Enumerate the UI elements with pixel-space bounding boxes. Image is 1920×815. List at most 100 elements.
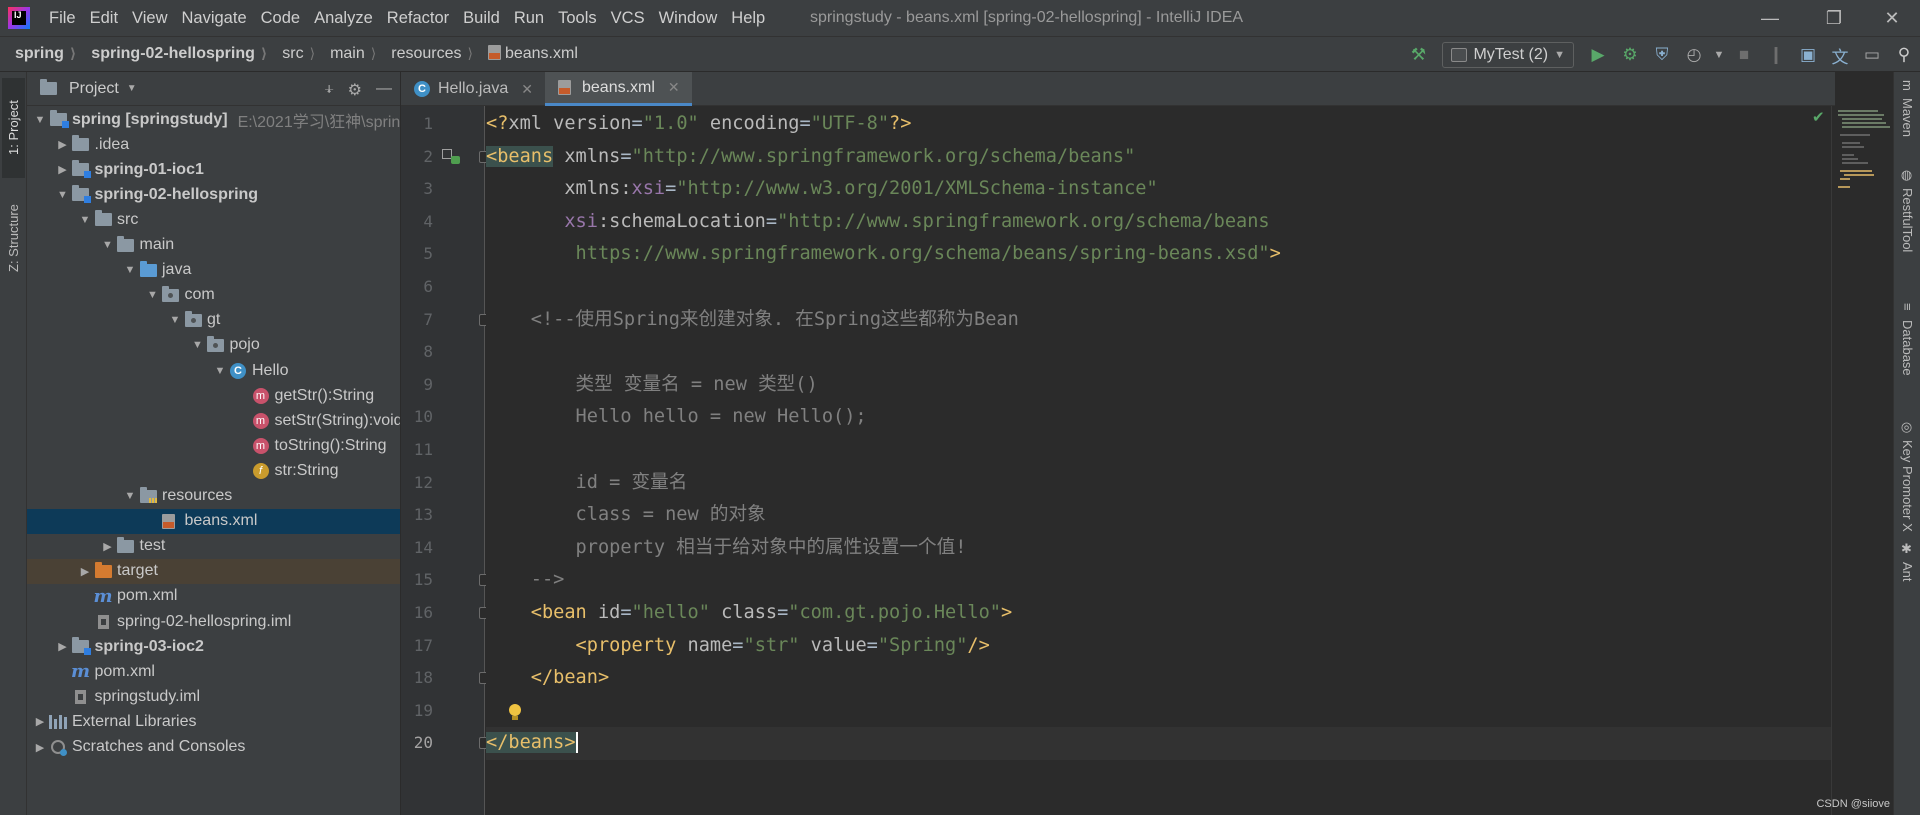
expand-arrow-icon[interactable]: ▼ [99, 239, 117, 251]
tree-item[interactable]: m toString():String [27, 433, 400, 458]
menu-analyze[interactable]: Analyze [307, 0, 380, 36]
breadcrumb-item[interactable]: beans.xml [473, 45, 578, 63]
translate-icon[interactable]: 文 [1824, 37, 1856, 73]
project-structure-icon[interactable]: ▣ [1792, 37, 1824, 73]
tree-item[interactable]: ▶ spring-03-ioc2 [27, 634, 400, 659]
tree-item[interactable]: ▼ spring [springstudy] E:\2021学习\狂神\spring [27, 107, 400, 132]
collapse-arrow-icon[interactable]: ▶ [54, 163, 72, 176]
tool-tab-database[interactable]: ≡ Database [1896, 300, 1919, 375]
minimize-button[interactable]: — [1744, 0, 1796, 36]
menu-file[interactable]: File [42, 0, 83, 36]
tree-item[interactable]: m setStr(String):void [27, 408, 400, 433]
run-configuration-select[interactable]: MyTest (2) ▼ [1442, 42, 1574, 68]
editor-tab[interactable]: C Hello.java ✕ [401, 72, 545, 106]
collapse-arrow-icon[interactable]: ▶ [99, 540, 117, 553]
tree-item-label: toString():String [274, 436, 387, 454]
tree-item[interactable]: springstudy.iml [27, 684, 400, 709]
menu-tools[interactable]: Tools [551, 0, 604, 36]
tree-item[interactable]: ▼ C Hello [27, 358, 400, 383]
collapse-arrow-icon[interactable]: ▶ [76, 565, 94, 578]
tree-item[interactable]: ▼ java [27, 258, 400, 283]
expand-arrow-icon[interactable]: ▼ [31, 114, 49, 126]
tree-item[interactable]: ▶ .idea [27, 132, 400, 157]
menu-navigate[interactable]: Navigate [175, 0, 254, 36]
tree-item[interactable]: ▶ External Libraries [27, 709, 400, 734]
tree-item[interactable]: ▼ gt [27, 308, 400, 333]
code-editor[interactable]: <?xml version="1.0" encoding="UTF-8"?> <b… [486, 106, 1831, 815]
editor-tab[interactable]: beans.xml ✕ [545, 72, 692, 106]
debug-icon[interactable]: ⚙ [1614, 37, 1646, 73]
expand-arrow-icon[interactable]: ▼ [211, 365, 229, 377]
collapse-arrow-icon[interactable]: ▶ [54, 640, 72, 653]
tree-item[interactable]: m pom.xml [27, 584, 400, 609]
tree-item[interactable]: m getStr():String [27, 383, 400, 408]
lightbulb-icon[interactable] [508, 704, 522, 722]
tree-item[interactable]: ▼ spring-02-hellospring [27, 182, 400, 207]
menu-view[interactable]: View [125, 0, 174, 36]
close-icon[interactable]: ✕ [521, 81, 533, 98]
menu-vcs[interactable]: VCS [604, 0, 652, 36]
expand-arrow-icon[interactable]: ▼ [121, 264, 139, 276]
menu-refactor[interactable]: Refactor [380, 0, 456, 36]
menu-window[interactable]: Window [652, 0, 725, 36]
expand-arrow-icon[interactable]: ▼ [54, 189, 72, 201]
chevron-down-icon[interactable]: ▼ [1710, 37, 1728, 73]
tree-item[interactable]: ▼ com [27, 283, 400, 308]
menu-code[interactable]: Code [254, 0, 307, 36]
profile-icon[interactable]: ◴ [1678, 37, 1710, 73]
chevron-down-icon[interactable]: ▼ [127, 83, 137, 94]
coverage-icon[interactable]: ⛨ [1646, 37, 1678, 73]
breadcrumb-item[interactable]: spring ⟩ [0, 45, 76, 63]
tree-item[interactable]: ▶ target [27, 558, 400, 584]
tool-tab-ant[interactable]: ✱ Ant [1896, 542, 1919, 582]
tree-item[interactable]: ▼ resources [27, 484, 400, 509]
inspection-ok-icon[interactable]: ✔ [1812, 108, 1825, 126]
tree-item[interactable]: beans.xml [27, 508, 400, 534]
restore-button[interactable]: ❐ [1808, 0, 1860, 36]
tree-item[interactable]: ▶ test [27, 534, 400, 559]
search-icon[interactable]: ⚲ [1888, 37, 1920, 73]
collapse-arrow-icon[interactable]: ▶ [31, 715, 49, 728]
project-tool-tab[interactable]: 1: Project [2, 78, 25, 178]
tree-item[interactable]: ▶ spring-01-ioc1 [27, 157, 400, 182]
menu-run[interactable]: Run [507, 0, 551, 36]
presentation-icon[interactable]: ▭ [1856, 37, 1888, 73]
breadcrumb-item[interactable]: resources ⟩ [376, 45, 473, 63]
tree-item[interactable]: spring-02-hellospring.iml [27, 609, 400, 634]
build-hammer-icon[interactable]: ⚒ [1402, 37, 1434, 73]
tree-item[interactable]: ▼ main [27, 233, 400, 258]
stop-icon[interactable]: ■ [1728, 37, 1760, 73]
run-icon[interactable]: ▶ [1582, 37, 1614, 73]
collapse-all-icon[interactable]: ⨨ [325, 80, 334, 100]
structure-tool-tab[interactable]: Z: Structure [2, 188, 25, 288]
tree-item[interactable]: f str:String [27, 458, 400, 483]
tool-tab-restfultool[interactable]: ◍ RestfulTool [1896, 168, 1919, 253]
close-window-button[interactable]: ✕ [1866, 0, 1918, 36]
tree-item[interactable]: ▼ pojo [27, 333, 400, 358]
expand-arrow-icon[interactable]: ▼ [76, 214, 94, 226]
expand-arrow-icon[interactable]: ▼ [121, 490, 139, 502]
menu-build[interactable]: Build [456, 0, 507, 36]
hide-panel-icon[interactable]: — [376, 80, 392, 100]
collapse-arrow-icon[interactable]: ▶ [31, 741, 49, 754]
gear-icon[interactable]: ⚙ [348, 80, 362, 100]
vcs-icon[interactable]: ❙ [1760, 37, 1792, 73]
tree-item[interactable]: m pom.xml [27, 659, 400, 684]
close-icon[interactable]: ✕ [668, 79, 680, 96]
breadcrumb-item[interactable]: main ⟩ [315, 45, 376, 63]
menu-edit[interactable]: Edit [83, 0, 125, 36]
breadcrumb-item[interactable]: spring-02-hellospring ⟩ [76, 45, 267, 63]
tool-tab-key-promoter-x[interactable]: ◎ Key Promoter X [1896, 420, 1919, 532]
tool-tab-maven[interactable]: m Maven [1896, 78, 1919, 137]
tree-item[interactable]: ▶ Scratches and Consoles [27, 735, 400, 760]
project-panel-title[interactable]: Project [69, 80, 119, 98]
collapse-arrow-icon[interactable]: ▶ [54, 138, 72, 151]
bean-gutter-icon[interactable] [440, 146, 462, 166]
expand-arrow-icon[interactable]: ▼ [189, 339, 207, 351]
code-minimap[interactable] [1831, 106, 1893, 815]
expand-arrow-icon[interactable]: ▼ [144, 289, 162, 301]
menu-help[interactable]: Help [724, 0, 772, 36]
breadcrumb-item[interactable]: src ⟩ [267, 45, 315, 63]
expand-arrow-icon[interactable]: ▼ [166, 314, 184, 326]
tree-item[interactable]: ▼ src [27, 207, 400, 232]
